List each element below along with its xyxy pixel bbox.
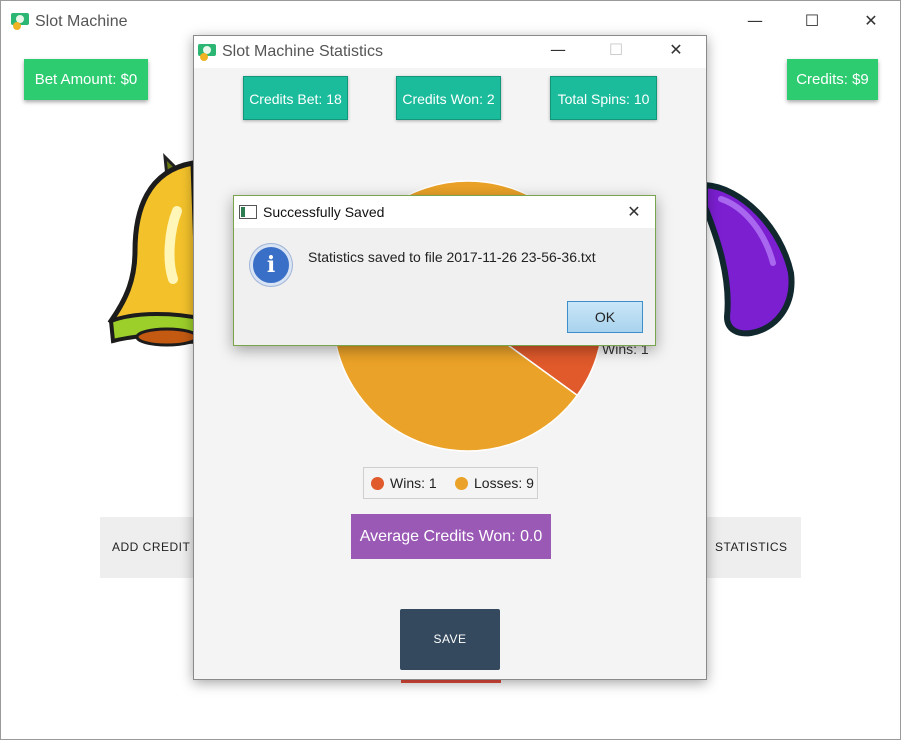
info-icon: i <box>250 244 292 286</box>
maximize-icon[interactable]: ☐ <box>596 36 636 64</box>
minimize-icon[interactable]: — <box>735 7 775 35</box>
close-icon[interactable]: ✕ <box>851 7 891 35</box>
grape-icon <box>702 181 795 337</box>
close-icon[interactable]: ✕ <box>656 36 696 64</box>
statistics-window-title: Slot Machine Statistics <box>222 43 383 60</box>
dialog-titlebar[interactable]: Successfully Saved ✕ <box>234 196 655 228</box>
add-credit-button[interactable]: ADD CREDIT <box>100 517 194 578</box>
statistics-label: STATISTICS <box>715 540 788 554</box>
maximize-icon[interactable]: ☐ <box>792 7 832 35</box>
legend-wins-label: Wins: 1 <box>390 475 437 491</box>
bell-icon <box>107 152 203 347</box>
save-button[interactable]: SAVE <box>400 609 500 670</box>
legend-wins-swatch <box>371 477 384 490</box>
total-spins-button[interactable]: Total Spins: 10 <box>550 76 657 120</box>
statistics-titlebar[interactable]: Slot Machine Statistics — ☐ ✕ <box>194 36 706 68</box>
statistics-button[interactable]: STATISTICS <box>707 517 801 578</box>
credits-bet-button[interactable]: Credits Bet: 18 <box>243 76 348 120</box>
saved-dialog: Successfully Saved ✕ i Statistics saved … <box>233 195 656 346</box>
window-icon <box>239 205 257 219</box>
add-credit-label: ADD CREDIT <box>112 540 191 554</box>
average-credits-won: Average Credits Won: 0.0 <box>351 514 551 559</box>
ok-button[interactable]: OK <box>567 301 643 333</box>
bet-amount-button[interactable]: Bet Amount: $0 <box>24 59 148 100</box>
statistics-window: Slot Machine Statistics — ☐ ✕ Credits Be… <box>193 35 707 680</box>
legend-losses-label: Losses: 9 <box>474 475 534 491</box>
credits-won-button[interactable]: Credits Won: 2 <box>396 76 501 120</box>
dialog-title: Successfully Saved <box>263 204 385 220</box>
chart-legend: Wins: 1 Losses: 9 <box>363 467 538 499</box>
legend-losses-swatch <box>455 477 468 490</box>
money-icon <box>11 13 31 30</box>
dialog-message: Statistics saved to file 2017-11-26 23-5… <box>308 249 596 265</box>
main-window-title: Slot Machine <box>35 13 128 30</box>
money-icon <box>198 44 218 61</box>
minimize-icon[interactable]: — <box>538 36 578 64</box>
close-icon[interactable]: ✕ <box>614 198 654 226</box>
credits-button[interactable]: Credits: $9 <box>787 59 878 100</box>
